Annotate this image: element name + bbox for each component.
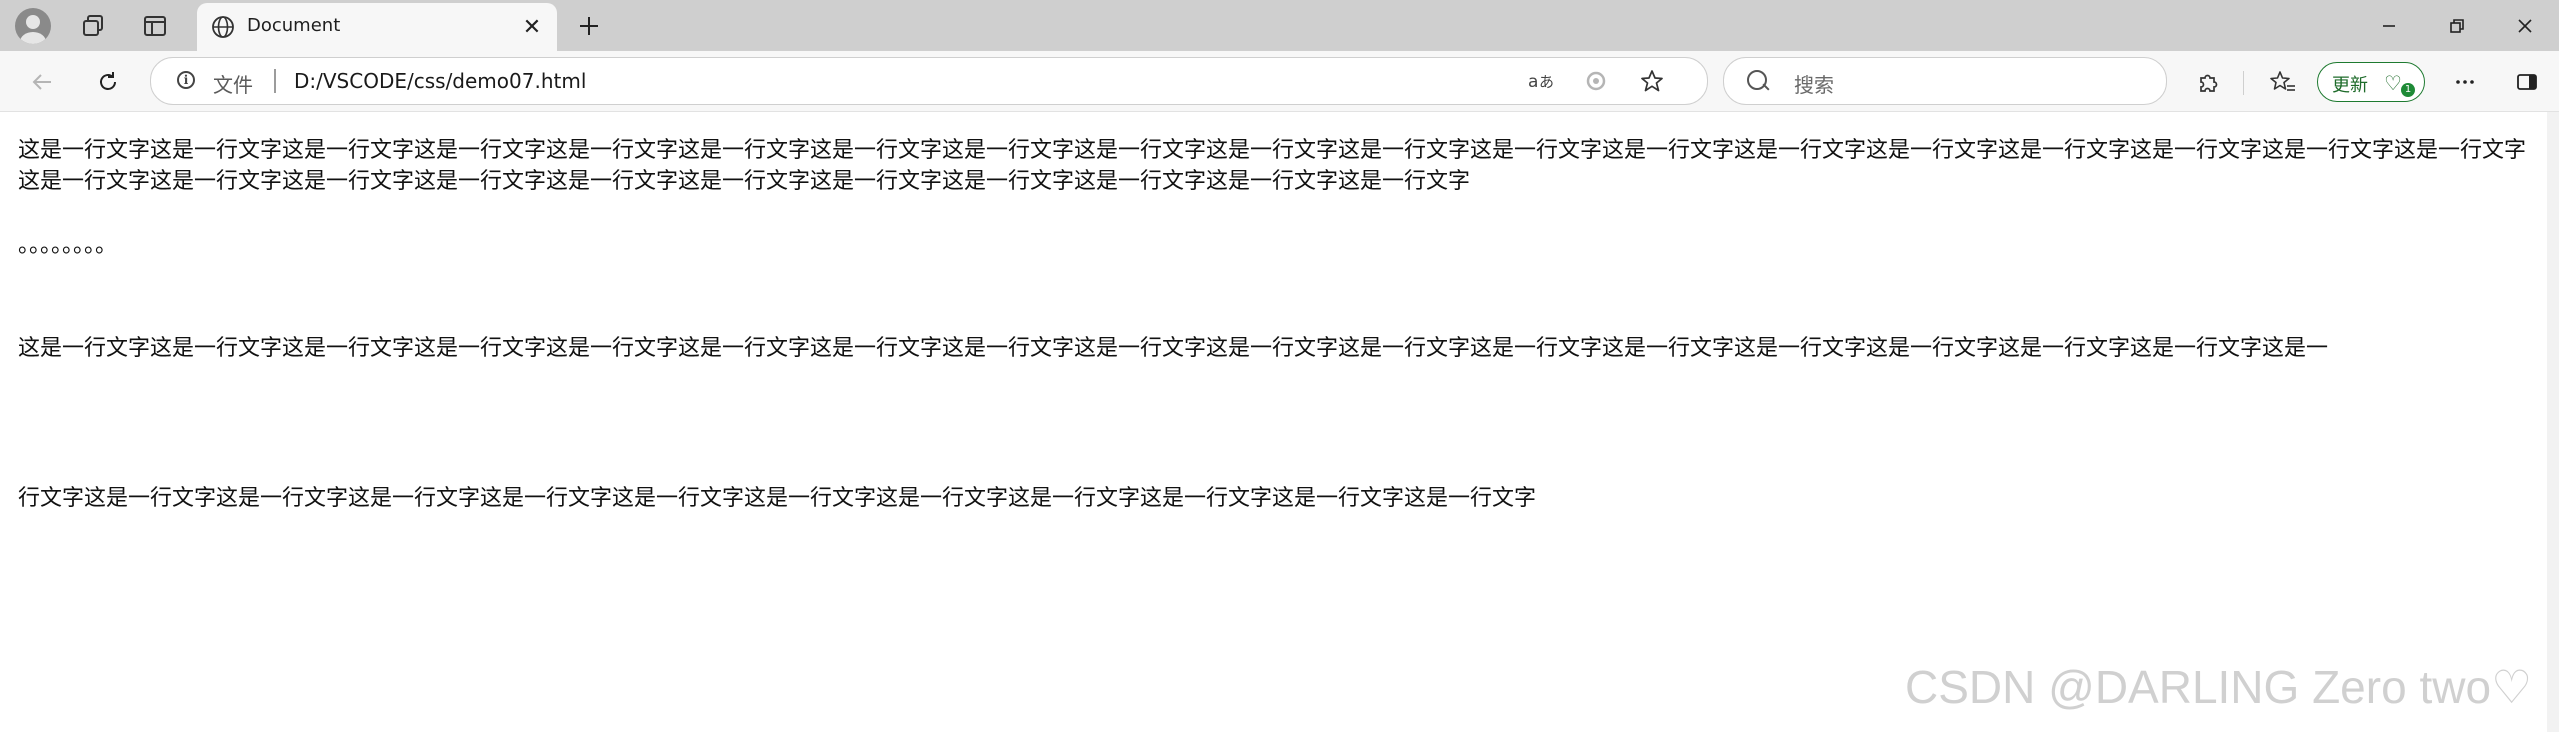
collections-button[interactable] xyxy=(70,8,116,44)
favorites-list-icon xyxy=(2270,71,2295,91)
page-content: 这是一行文字这是一行文字这是一行文字这是一行文字这是一行文字这是一行文字这是一行… xyxy=(0,112,2559,732)
update-label: 更新 xyxy=(2332,75,2368,96)
tab-actions-button[interactable] xyxy=(132,8,178,44)
more-dots-icon xyxy=(2456,80,2474,84)
settings-more-button[interactable] xyxy=(2445,62,2485,102)
sidebar-toggle-button[interactable] xyxy=(2507,62,2547,102)
restore-icon xyxy=(2450,18,2464,33)
profile-button[interactable] xyxy=(10,8,56,44)
close-window-button[interactable] xyxy=(2491,0,2559,51)
workspaces-icon xyxy=(83,15,103,36)
close-icon xyxy=(2518,18,2532,33)
star-icon xyxy=(1641,70,1663,92)
file-scheme-label: 文件 xyxy=(213,73,253,97)
back-arrow-icon xyxy=(32,74,51,90)
tab-strip: Document ✕ xyxy=(0,0,2559,51)
heart-pulse-icon: ♡ xyxy=(2384,71,2402,95)
back-button[interactable] xyxy=(22,62,62,102)
restore-button[interactable] xyxy=(2423,0,2491,51)
toolbar-divider xyxy=(2243,71,2244,95)
plus-icon xyxy=(580,17,598,35)
update-button[interactable]: 更新 ♡ 1 xyxy=(2317,62,2425,102)
search-box[interactable]: 搜索 xyxy=(1723,57,2167,105)
puzzle-icon xyxy=(2200,74,2218,92)
navigation-toolbar: i 文件 D:/VSCODE/css/demo07.html a あ 搜索 更新… xyxy=(0,51,2559,112)
page-scrollbar[interactable] xyxy=(2547,112,2559,732)
favorite-star-icon[interactable] xyxy=(1635,64,1669,98)
refresh-icon xyxy=(100,72,116,90)
address-separator xyxy=(274,69,276,93)
tab-document[interactable]: Document ✕ xyxy=(197,3,557,51)
refresh-sync-icon xyxy=(1586,71,1606,91)
avatar-icon xyxy=(15,8,51,44)
dots-paragraph: 。。。。。。。。 xyxy=(18,233,118,258)
paragraph-2-line-2: 行文字这是一行文字这是一行文字这是一行文字这是一行文字这是一行文字这是一行文字这… xyxy=(18,486,1537,511)
minimize-button[interactable] xyxy=(2355,0,2423,51)
paragraph-1: 这是一行文字这是一行文字这是一行文字这是一行文字这是一行文字这是一行文字这是一行… xyxy=(18,138,2527,194)
svg-text:あ: あ xyxy=(1539,73,1554,91)
sidebar-icon xyxy=(2517,74,2537,90)
paragraph-2-line-1: 这是一行文字这是一行文字这是一行文字这是一行文字这是一行文字这是一行文字这是一行… xyxy=(18,336,2329,361)
new-tab-button[interactable] xyxy=(566,8,612,44)
refresh-button[interactable] xyxy=(88,62,128,102)
extensions-button[interactable] xyxy=(2188,62,2228,102)
search-icon xyxy=(1747,70,1767,90)
csdn-watermark: CSDN @DARLING Zero two♡ xyxy=(1905,661,2533,713)
address-bar[interactable]: i 文件 D:/VSCODE/css/demo07.html a あ xyxy=(150,57,1708,105)
tab-title: Document xyxy=(247,15,341,36)
close-tab-icon[interactable]: ✕ xyxy=(519,14,545,40)
globe-icon xyxy=(212,16,234,38)
favorites-button[interactable] xyxy=(2263,62,2303,102)
search-placeholder: 搜索 xyxy=(1794,73,1834,97)
update-badge: 1 xyxy=(2401,83,2415,97)
svg-text:a: a xyxy=(1528,72,1538,92)
read-aloud-icon[interactable]: a あ xyxy=(1525,64,1559,98)
url-text[interactable]: D:/VSCODE/css/demo07.html xyxy=(294,69,586,93)
vertical-tabs-icon xyxy=(144,16,166,36)
translate-icon: a あ xyxy=(1528,72,1554,92)
sync-icon[interactable] xyxy=(1579,64,1613,98)
minimize-icon xyxy=(2383,24,2395,27)
site-info-icon[interactable]: i xyxy=(177,71,195,89)
